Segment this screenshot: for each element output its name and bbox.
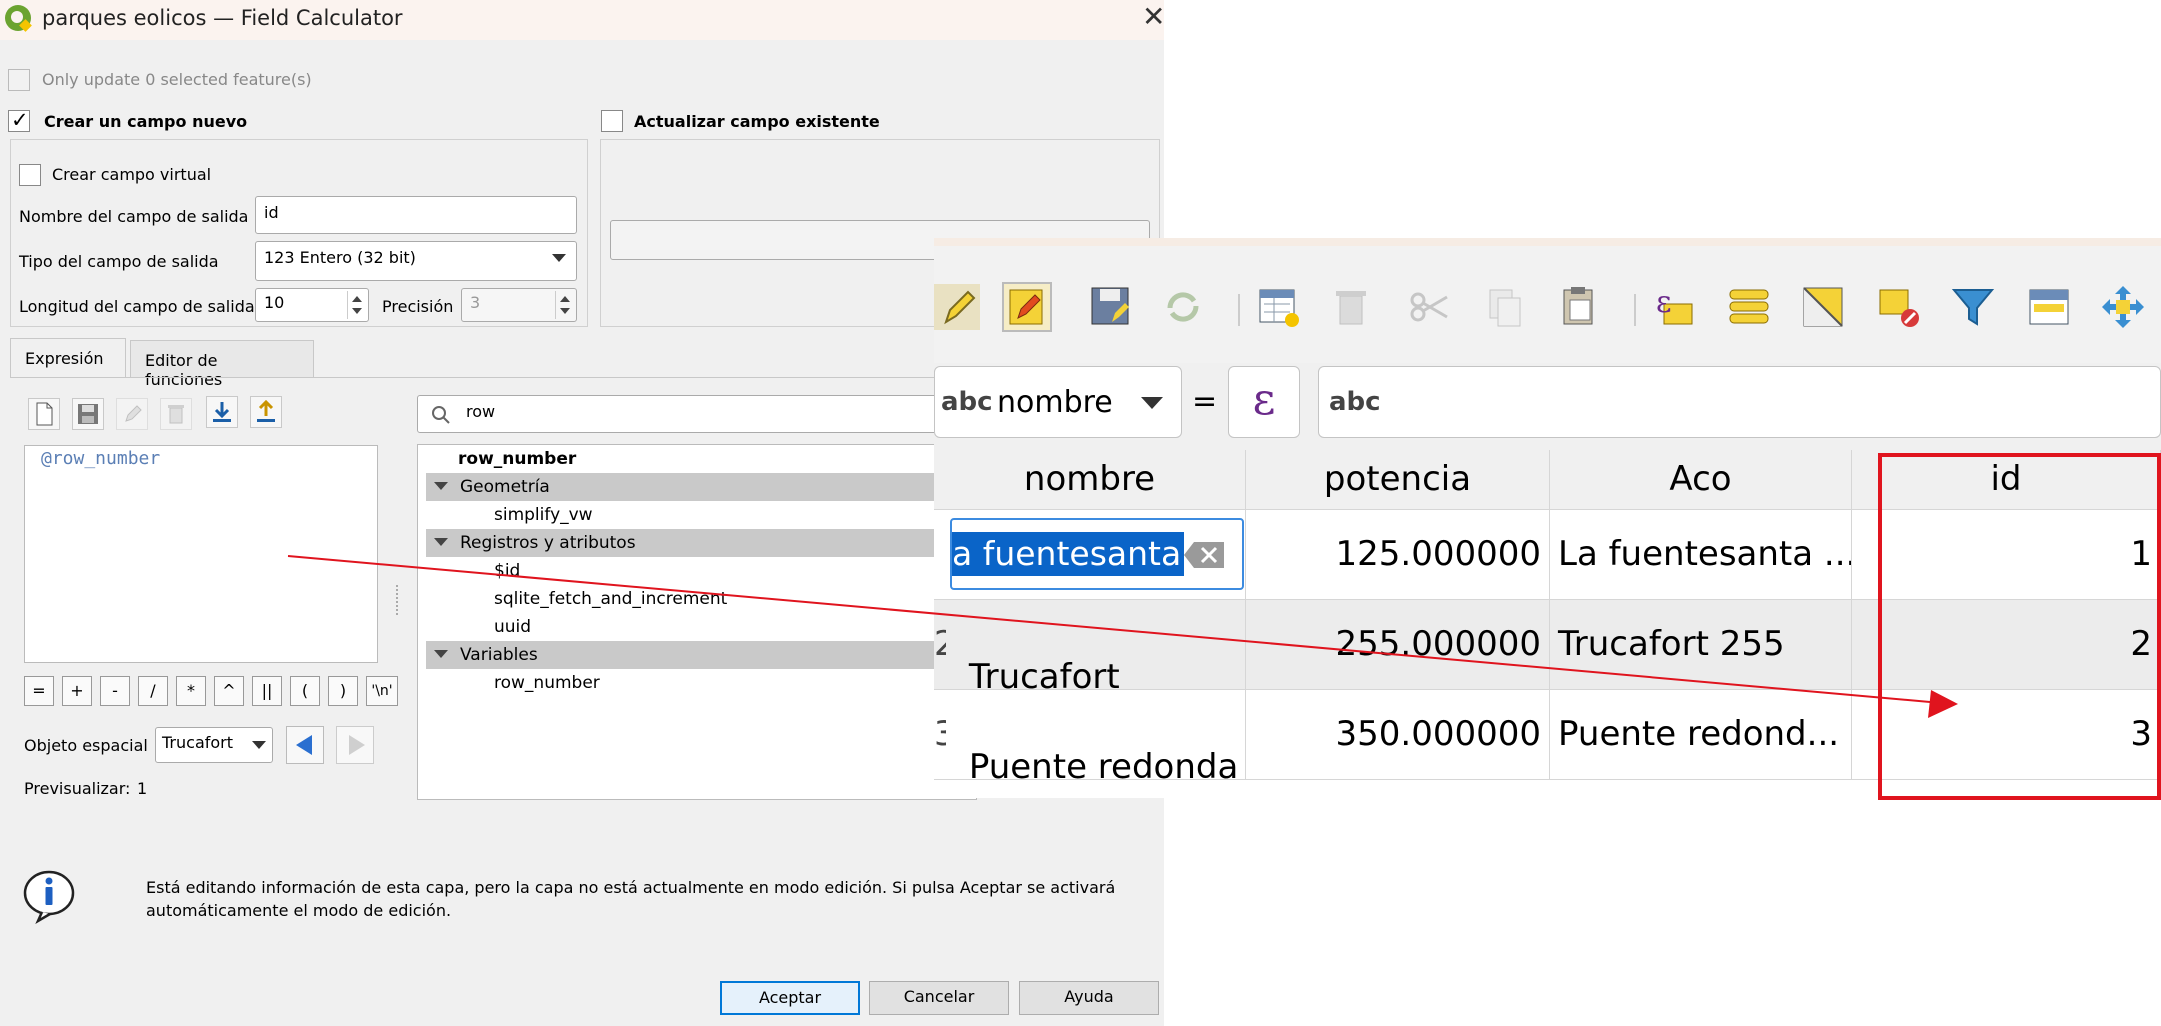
annotation-arrow	[287, 555, 1958, 718]
